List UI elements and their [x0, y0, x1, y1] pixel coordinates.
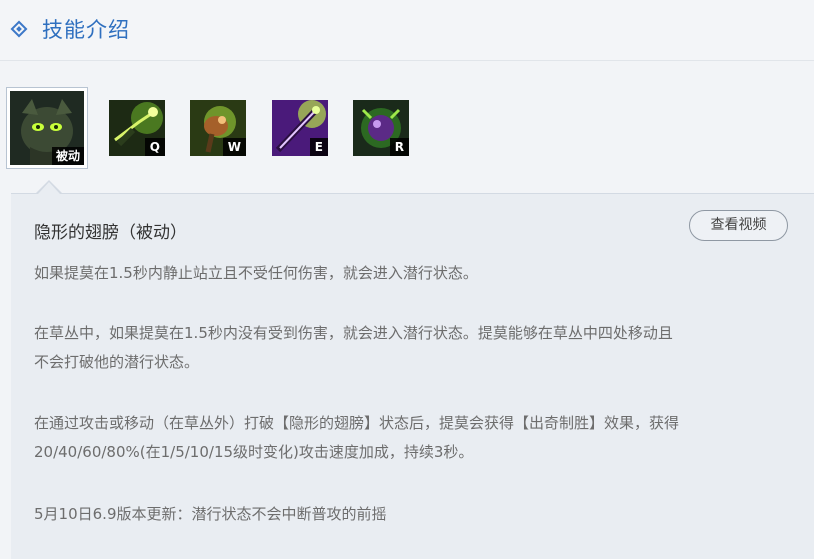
section-title: 技能介绍	[42, 18, 130, 42]
move-quick-icon: W	[190, 100, 246, 156]
skill-description-line: 20/40/60/80%(在1/5/10/15级时变化)攻击速度加成，持续3秒。	[34, 443, 474, 461]
skill-passive[interactable]: 被动	[6, 87, 88, 169]
diamond-icon	[10, 20, 28, 38]
watch-video-button[interactable]: 查看视频	[689, 210, 788, 241]
skill-r[interactable]: R	[353, 100, 409, 156]
skill-icon-row: 被动 Q W E R	[0, 86, 814, 172]
skill-key-label: E	[309, 138, 328, 156]
toxic-shot-icon: E	[272, 100, 328, 156]
patch-note: 5月10日6.9版本更新：潜行状态不会中断普攻的前摇	[34, 505, 387, 523]
skill-e[interactable]: E	[272, 100, 328, 156]
section-header: 技能介绍	[0, 0, 814, 61]
skill-key-label: W	[222, 138, 246, 156]
skill-description-line: 如果提莫在1.5秒内静止站立且不受任何伤害，就会进入潜行状态。	[34, 264, 478, 282]
skill-key-label: Q	[144, 138, 165, 156]
teemo-portrait-icon: 被动	[10, 91, 84, 165]
skill-key-label: R	[389, 138, 409, 156]
skill-description-line: 不会打破他的潜行状态。	[34, 353, 200, 371]
skill-description-line: 在草丛中，如果提莫在1.5秒内没有受到伤害，就会进入潜行状态。提莫能够在草丛中四…	[34, 324, 673, 342]
skill-name: 隐形的翅膀（被动）	[34, 223, 187, 243]
noxious-trap-icon: R	[353, 100, 409, 156]
blinding-dart-icon: Q	[109, 100, 165, 156]
skill-w[interactable]: W	[190, 100, 246, 156]
skill-description-line: 在通过攻击或移动（在草丛外）打破【隐形的翅膀】状态后，提莫会获得【出奇制胜】效果…	[34, 414, 680, 432]
panel-pointer-inner	[38, 182, 60, 194]
skill-key-label: 被动	[51, 147, 84, 165]
skill-q[interactable]: Q	[109, 100, 165, 156]
